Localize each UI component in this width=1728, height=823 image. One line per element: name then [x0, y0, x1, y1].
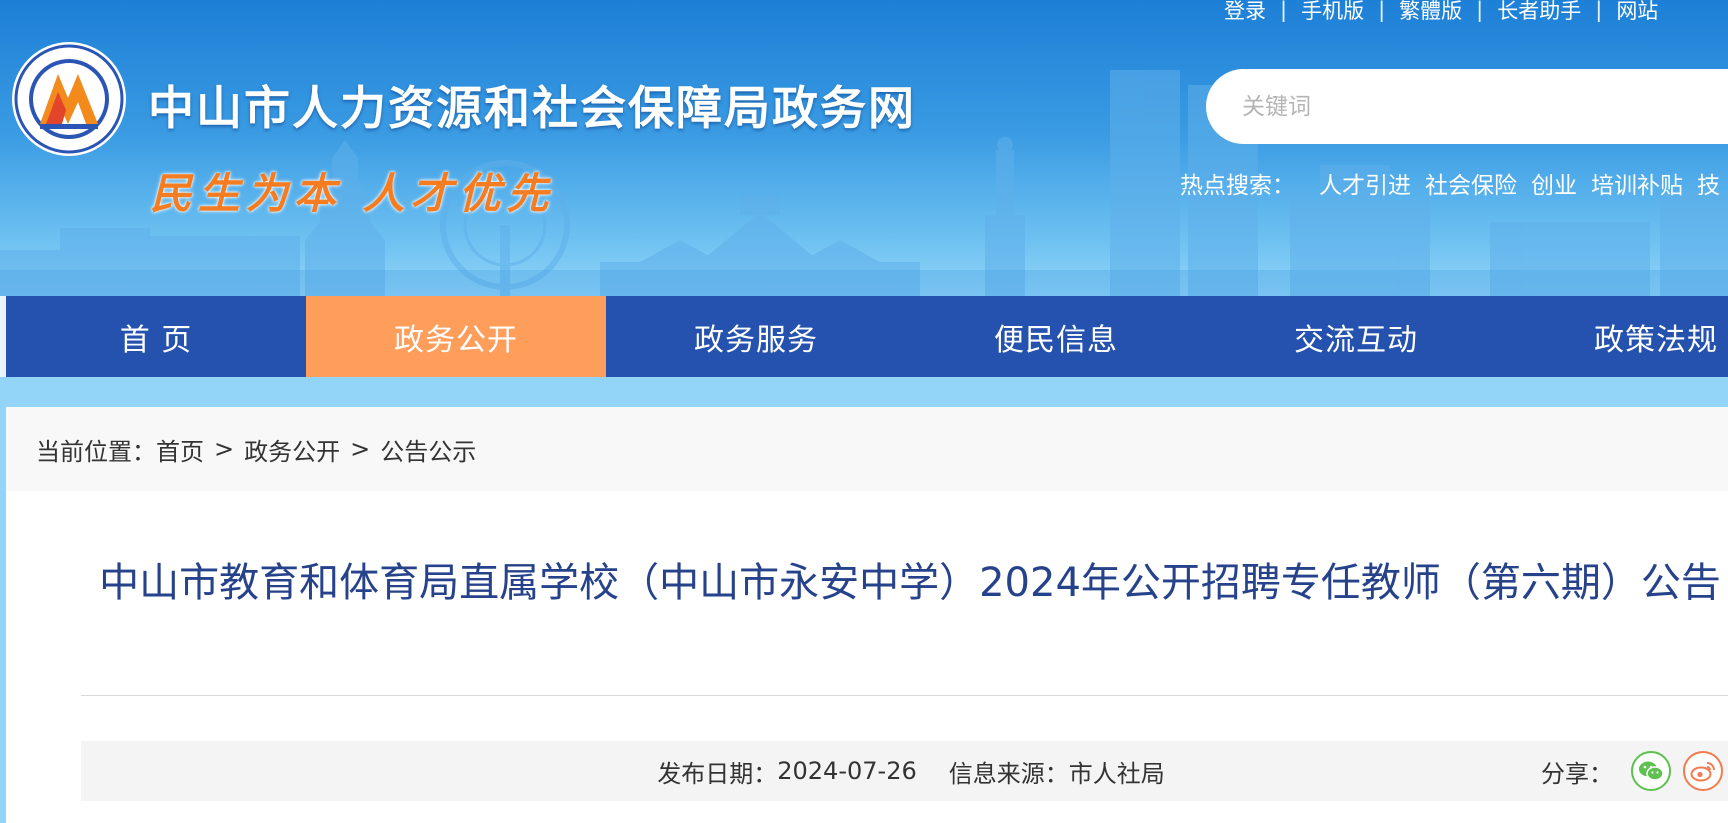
article-title: 中山市教育和体育局直属学校（中山市永安中学）2024年公开招聘专任教师（第六期）… — [99, 560, 1721, 606]
login-link[interactable]: 登录 — [1224, 0, 1266, 25]
breadcrumb-label: 当前位置： — [36, 437, 156, 466]
breadcrumb-announcements[interactable]: 公告公示 — [380, 432, 476, 467]
share-group: 分享： — [1541, 741, 1723, 801]
article-meta: 发布日期： 2024-07-26 信息来源： 市人社局 — [81, 741, 1728, 801]
share-label: 分享： — [1541, 759, 1613, 788]
link-separator: | — [1280, 0, 1288, 22]
breadcrumb-home[interactable]: 首页 — [156, 432, 204, 467]
nav-item-public-info[interactable]: 便民信息 — [906, 296, 1206, 377]
nav-item-gov-services[interactable]: 政务服务 — [606, 296, 906, 377]
nav-item-home[interactable]: 首 页 — [6, 296, 306, 377]
content-panel: 当前位置： 首页 > 政务公开 > 公告公示 中山市教育和体育局直属学校（中山市… — [6, 407, 1728, 823]
source-value: 市人社局 — [1068, 759, 1165, 788]
publish-date-label: 发布日期： — [657, 759, 778, 788]
publish-date: 2024-07-26 — [777, 757, 917, 785]
search-input[interactable] — [1206, 69, 1728, 144]
hot-search-talent[interactable]: 人才引进 — [1319, 166, 1411, 200]
link-separator: | — [1378, 0, 1386, 22]
hot-search-bar: 热点搜索： 人才引进 社会保险 创业 培训补贴 技 — [1180, 166, 1728, 200]
elderly-assistant-link[interactable]: 长者助手 — [1497, 0, 1581, 25]
link-separator: | — [1595, 0, 1603, 22]
hrss-emblem-icon[interactable] — [10, 40, 128, 158]
hot-search-entrepreneurship[interactable]: 创业 — [1531, 166, 1577, 200]
mobile-version-link[interactable]: 手机版 — [1301, 0, 1364, 25]
traditional-chinese-link[interactable]: 繁體版 — [1399, 0, 1462, 25]
hot-search-training-subsidy[interactable]: 培训补贴 — [1591, 166, 1683, 200]
nav-item-policies[interactable]: 政策法规 — [1506, 296, 1728, 377]
site-header: 登录 | 手机版 | 繁體版 | 长者助手 | 网站 中山市人力资源和社会保障局… — [0, 0, 1728, 296]
breadcrumb-gov-affairs-open[interactable]: 政务公开 — [244, 432, 340, 467]
nav-item-gov-affairs-open[interactable]: 政务公开 — [306, 296, 606, 377]
site-slogan: 民生为本 人才优先 — [150, 169, 555, 218]
wechat-icon[interactable] — [1631, 751, 1671, 791]
site-title: 中山市人力资源和社会保障局政务网 — [148, 81, 916, 135]
nav-bottom-band — [0, 377, 1728, 407]
hot-search-social-insurance[interactable]: 社会保险 — [1425, 166, 1517, 200]
nav-item-interaction[interactable]: 交流互动 — [1206, 296, 1506, 377]
breadcrumb-separator: > — [350, 435, 371, 463]
top-links-bar: 登录 | 手机版 | 繁體版 | 长者助手 | 网站 — [1224, 0, 1658, 24]
main-nav: 首 页 政务公开 政务服务 便民信息 交流互动 政策法规 — [6, 296, 1728, 377]
breadcrumb-separator: > — [214, 435, 235, 463]
breadcrumb: 当前位置： 首页 > 政务公开 > 公告公示 — [6, 407, 1728, 491]
hot-search-label: 热点搜索： — [1180, 173, 1295, 199]
article-meta-bar: 发布日期： 2024-07-26 信息来源： 市人社局 分享： — [81, 741, 1728, 801]
weibo-icon[interactable] — [1683, 751, 1723, 791]
site-link[interactable]: 网站 — [1616, 0, 1658, 25]
link-separator: | — [1476, 0, 1484, 22]
hot-search-skills[interactable]: 技 — [1697, 166, 1720, 200]
title-divider — [81, 695, 1728, 696]
city-skyline-banner — [0, 70, 1728, 296]
source-label: 信息来源： — [948, 759, 1069, 788]
